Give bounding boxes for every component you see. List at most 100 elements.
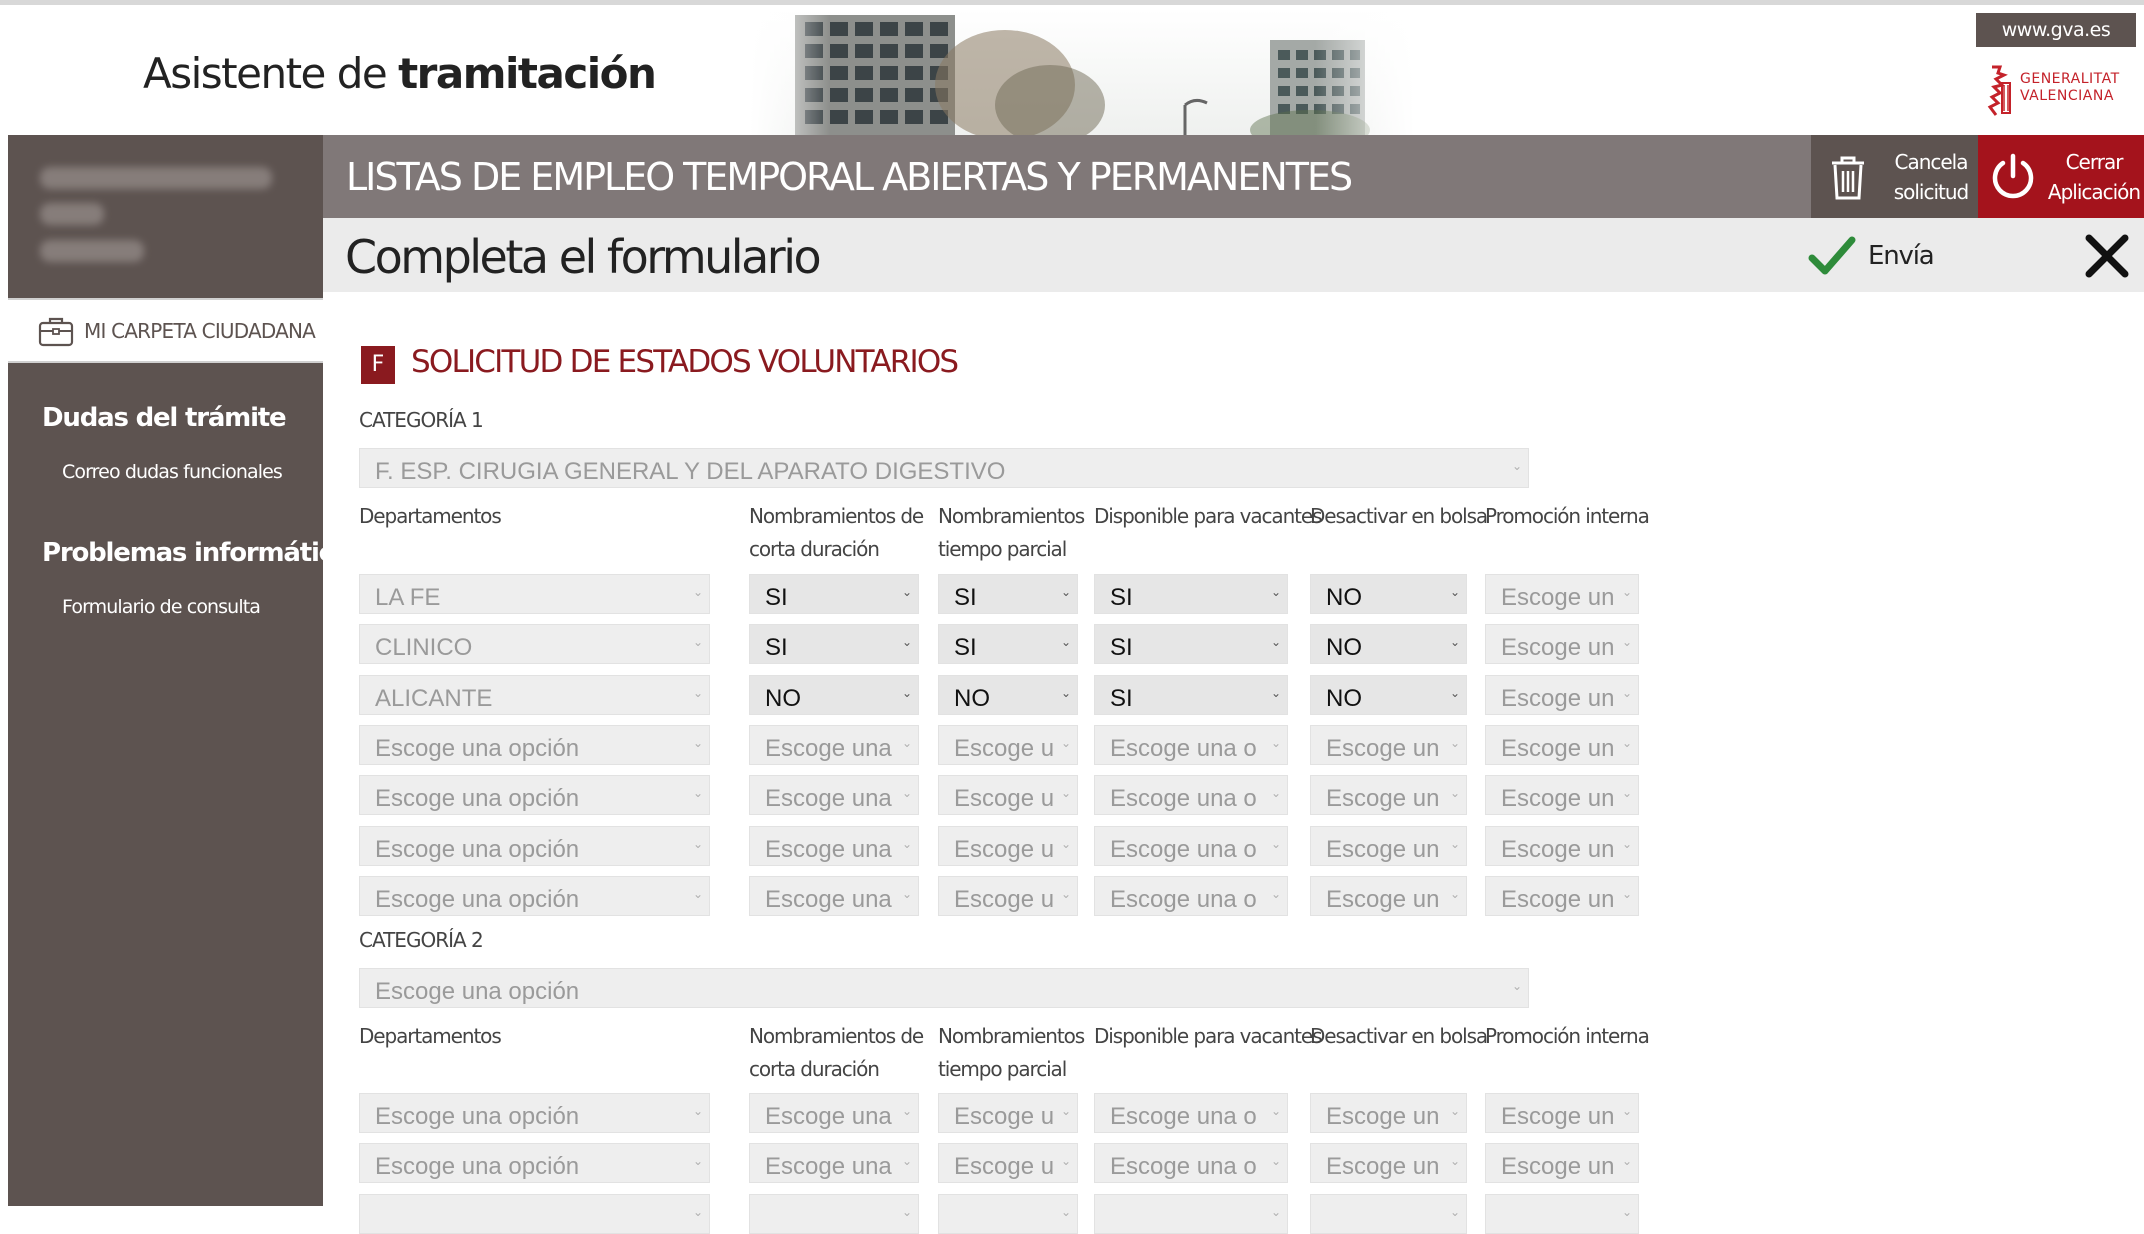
promocion-interna-select[interactable]: Escoge un ⌄ <box>1485 775 1639 816</box>
desactivar-bolsa-select[interactable]: Escoge un ⌄ <box>1310 875 1467 916</box>
close-form-button[interactable] <box>2083 232 2131 280</box>
disponible-vacantes-select[interactable]: ⌄ <box>1094 1193 1288 1234</box>
departamento-select[interactable]: Escoge una opción ⌄ <box>359 724 710 765</box>
sidebar-link-correo-dudas[interactable]: Correo dudas funcionales <box>62 461 283 483</box>
cancel-request-button[interactable]: Cancela solicitud <box>1811 135 1978 218</box>
disponible-vacantes-select[interactable]: SI ⌄ <box>1094 624 1288 665</box>
col-desactivar-bolsa: Desactivar en bolsa <box>1310 504 1488 528</box>
desactivar-bolsa-select[interactable]: Escoge un ⌄ <box>1310 775 1467 816</box>
desactivar-bolsa-select[interactable]: Escoge un ⌄ <box>1310 724 1467 765</box>
chevron-down-icon: ⌄ <box>1060 836 1071 851</box>
chevron-down-icon: ⌄ <box>1270 1104 1281 1118</box>
chevron-down-icon: ⌄ <box>1270 735 1281 750</box>
desactivar-bolsa-select[interactable]: ⌄ <box>1310 1193 1467 1234</box>
tiempo-parcial-select[interactable]: Escoge u ⌄ <box>938 1093 1078 1133</box>
chevron-down-icon: ⌄ <box>692 735 703 750</box>
col-departamentos: Departamentos <box>359 1024 502 1048</box>
tiempo-parcial-select[interactable]: ⌄ <box>938 1193 1078 1234</box>
corta-duracion-select[interactable]: Escoge una ⌄ <box>749 1093 919 1133</box>
category-1-select[interactable]: F. ESP. CIRUGIA GENERAL Y DEL APARATO DI… <box>359 448 1529 488</box>
desactivar-bolsa-select[interactable]: NO ⌄ <box>1310 624 1467 665</box>
corta-duracion-select[interactable]: Escoge una ⌄ <box>749 875 919 916</box>
departamento-select[interactable]: Escoge una opción ⌄ <box>359 875 710 916</box>
mi-carpeta-ciudadana-link[interactable]: MI CARPETA CIUDADANA <box>8 298 323 363</box>
corta-duracion-select[interactable]: SI ⌄ <box>749 574 919 614</box>
departamento-select[interactable]: Escoge una opción ⌄ <box>359 1143 710 1184</box>
corta-duracion-select[interactable]: SI ⌄ <box>749 624 919 665</box>
top-header: Asistente de tramitación www.gva.es GENE… <box>0 0 2144 140</box>
select-value: NO <box>1326 584 1362 611</box>
tiempo-parcial-select[interactable]: SI ⌄ <box>938 574 1078 614</box>
disponible-vacantes-select[interactable]: Escoge una o ⌄ <box>1094 875 1288 916</box>
user-info-blurred <box>8 135 323 298</box>
chevron-down-icon: ⌄ <box>901 635 912 650</box>
desactivar-bolsa-select[interactable]: Escoge un ⌄ <box>1310 1093 1467 1133</box>
col-disponible-vacantes: Disponible para vacantes <box>1094 1024 1323 1048</box>
tiempo-parcial-select[interactable]: SI ⌄ <box>938 624 1078 665</box>
promocion-interna-select[interactable]: Escoge un ⌄ <box>1485 574 1639 614</box>
desactivar-bolsa-select[interactable]: NO ⌄ <box>1310 674 1467 715</box>
chevron-down-icon: ⌄ <box>1511 979 1522 993</box>
close-icon <box>2085 234 2129 278</box>
tiempo-parcial-select[interactable]: Escoge u ⌄ <box>938 775 1078 816</box>
departamento-select[interactable]: Escoge una opción ⌄ <box>359 775 710 816</box>
chevron-down-icon: ⌄ <box>1060 635 1071 650</box>
select-value: NO <box>1326 684 1362 712</box>
desactivar-bolsa-select[interactable]: Escoge un ⌄ <box>1310 1143 1467 1184</box>
disponible-vacantes-select[interactable]: SI ⌄ <box>1094 574 1288 614</box>
departamento-select[interactable]: CLINICO ⌄ <box>359 624 710 665</box>
promocion-interna-select[interactable]: Escoge un ⌄ <box>1485 1143 1639 1184</box>
chevron-down-icon: ⌄ <box>1621 1154 1632 1169</box>
disponible-vacantes-select[interactable]: Escoge una o ⌄ <box>1094 775 1288 816</box>
promocion-interna-select[interactable]: Escoge un ⌄ <box>1485 724 1639 765</box>
select-value: Escoge una opción <box>375 885 580 913</box>
tiempo-parcial-select[interactable]: Escoge u ⌄ <box>938 1143 1078 1184</box>
promocion-interna-select[interactable]: Escoge un ⌄ <box>1485 674 1639 715</box>
tiempo-parcial-select[interactable]: Escoge u ⌄ <box>938 724 1078 765</box>
promocion-interna-select[interactable]: Escoge un ⌄ <box>1485 624 1639 665</box>
corta-duracion-select[interactable]: Escoge una ⌄ <box>749 775 919 816</box>
close-application-button[interactable]: Cerrar Aplicación <box>1978 135 2144 218</box>
chevron-down-icon: ⌄ <box>901 1204 912 1219</box>
sidebar-link-formulario-consulta[interactable]: Formulario de consulta <box>62 596 261 618</box>
cancel-label-1: Cancela <box>1894 150 1968 174</box>
corta-duracion-select[interactable]: Escoge una ⌄ <box>749 825 919 866</box>
promocion-interna-select[interactable]: Escoge un ⌄ <box>1485 1093 1639 1133</box>
chevron-down-icon: ⌄ <box>1270 886 1281 901</box>
departamento-select[interactable]: ⌄ <box>359 1193 710 1234</box>
promocion-interna-select[interactable]: Escoge un ⌄ <box>1485 825 1639 866</box>
category-2-select[interactable]: Escoge una opción ⌄ <box>359 968 1529 1008</box>
tiempo-parcial-select[interactable]: Escoge u ⌄ <box>938 825 1078 866</box>
tiempo-parcial-select[interactable]: NO ⌄ <box>938 674 1078 715</box>
corta-duracion-select[interactable]: NO ⌄ <box>749 674 919 715</box>
briefcase-icon <box>38 317 74 346</box>
chevron-down-icon: ⌄ <box>1449 735 1460 750</box>
promocion-interna-select[interactable]: Escoge un ⌄ <box>1485 875 1639 916</box>
promocion-interna-select[interactable]: ⌄ <box>1485 1193 1639 1234</box>
chevron-down-icon: ⌄ <box>1270 685 1281 700</box>
category-1-label: CATEGORÍA 1 <box>359 408 484 432</box>
departamento-select[interactable]: ALICANTE ⌄ <box>359 674 710 715</box>
disponible-vacantes-select[interactable]: SI ⌄ <box>1094 674 1288 715</box>
gva-site-link[interactable]: www.gva.es <box>1976 13 2136 47</box>
departamento-select[interactable]: Escoge una opción ⌄ <box>359 1093 710 1133</box>
desactivar-bolsa-select[interactable]: Escoge un ⌄ <box>1310 825 1467 866</box>
procedure-title: LISTAS DE EMPLEO TEMPORAL ABIERTAS Y PER… <box>346 155 1353 199</box>
corta-duracion-select[interactable]: Escoge una ⌄ <box>749 724 919 765</box>
desactivar-bolsa-select[interactable]: NO ⌄ <box>1310 574 1467 614</box>
disponible-vacantes-select[interactable]: Escoge una o ⌄ <box>1094 724 1288 765</box>
generalitat-crest-icon <box>1987 65 2011 116</box>
select-value: Escoge una o <box>1110 785 1257 813</box>
departamento-select[interactable]: Escoge una opción ⌄ <box>359 825 710 866</box>
send-button[interactable]: Envía <box>1808 232 1935 280</box>
disponible-vacantes-select[interactable]: Escoge una o ⌄ <box>1094 825 1288 866</box>
tiempo-parcial-select[interactable]: Escoge u ⌄ <box>938 875 1078 916</box>
departamento-select[interactable]: LA FE ⌄ <box>359 574 710 614</box>
corta-duracion-select[interactable]: Escoge una ⌄ <box>749 1143 919 1184</box>
col-departamentos: Departamentos <box>359 504 502 528</box>
disponible-vacantes-select[interactable]: Escoge una o ⌄ <box>1094 1093 1288 1133</box>
corta-duracion-select[interactable]: ⌄ <box>749 1193 919 1234</box>
disponible-vacantes-select[interactable]: Escoge una o ⌄ <box>1094 1143 1288 1184</box>
select-value: Escoge u <box>954 835 1055 863</box>
section-title: SOLICITUD DE ESTADOS VOLUNTARIOS <box>411 344 959 380</box>
